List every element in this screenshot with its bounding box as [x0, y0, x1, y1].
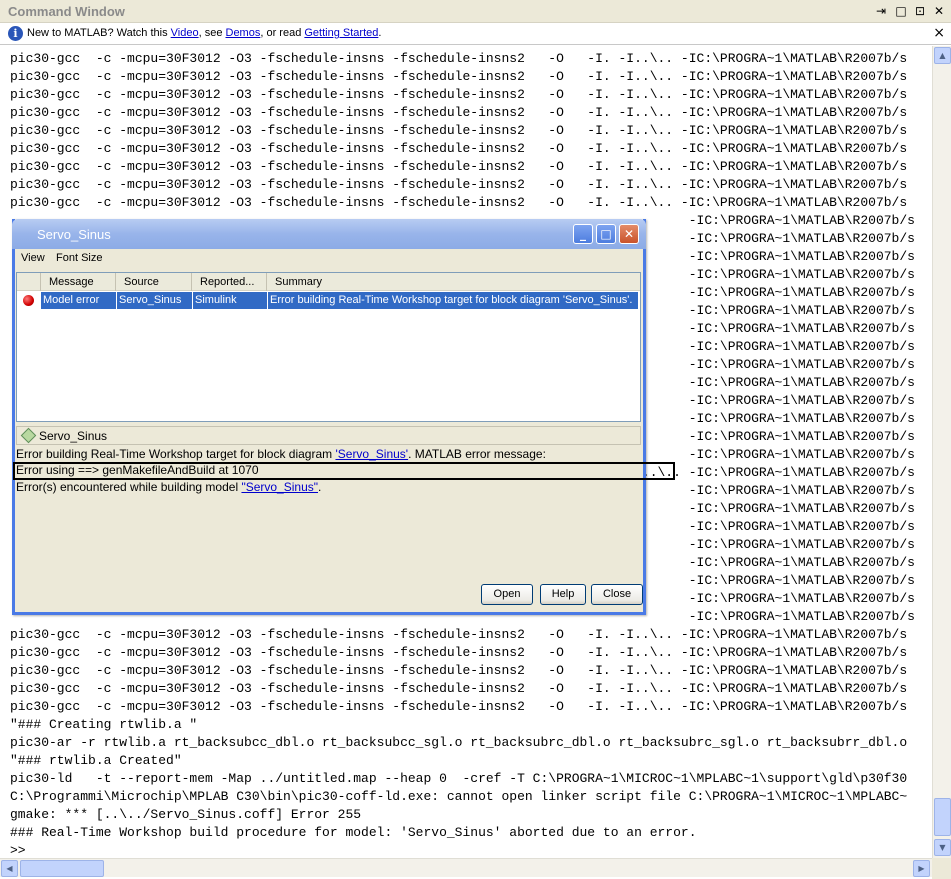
console-line: pic30-gcc -c -mcpu=30F3012 -O3 -fschedul… [10, 51, 908, 66]
video-link[interactable]: Video [171, 27, 199, 39]
horizontal-scrollbar[interactable]: ◀ ▶ [0, 858, 932, 877]
maximize-icon[interactable]: □ [596, 224, 616, 244]
console-line: "### rtwlib.a Created" [10, 753, 182, 768]
message-list-header: Message Source Reported... Summary [17, 273, 640, 291]
console-line: pic30-gcc -c -mcpu=30F3012 -O3 -fschedul… [10, 699, 908, 714]
close-icon[interactable]: ✕ [619, 224, 639, 244]
detail-title: Servo_Sinus [39, 429, 108, 443]
column-header-summary[interactable]: Summary [267, 273, 640, 291]
console-line: pic30-ld -t --report-mem -Map ../untitle… [10, 771, 908, 786]
getting-started-link[interactable]: Getting Started [304, 27, 378, 39]
maximize-icon[interactable]: ⊡ [912, 4, 928, 19]
model-diamond-icon [20, 427, 37, 444]
console-line: pic30-gcc -c -mcpu=30F3012 -O3 -fschedul… [10, 663, 908, 678]
info-text: New to MATLAB? Watch this [27, 27, 171, 39]
highlight-box [13, 462, 675, 480]
help-button[interactable]: Help [540, 584, 586, 605]
row-reported: Simulink [193, 292, 267, 309]
console-line: pic30-ar -r rtwlib.a rt_backsubcc_dbl.o … [10, 735, 908, 750]
console-line: pic30-gcc -c -mcpu=30F3012 -O3 -fschedul… [10, 123, 908, 138]
open-button[interactable]: Open [481, 584, 533, 605]
row-message: Model error [41, 292, 116, 309]
detail-text: . [318, 480, 322, 494]
dialog-menubar: View Font Size [15, 249, 643, 269]
column-header-reported[interactable]: Reported... [192, 273, 267, 291]
info-text: , or read [260, 27, 305, 39]
console-line: gmake: *** [..\../Servo_Sinus.coff] Erro… [10, 807, 362, 822]
console-line: pic30-gcc -c -mcpu=30F3012 -O3 -fschedul… [10, 69, 908, 84]
scroll-left-icon[interactable]: ◀ [1, 860, 18, 877]
info-close-icon[interactable]: × [933, 25, 945, 41]
info-text: , see [198, 27, 226, 39]
console-line: "### Creating rtwlib.a " [10, 717, 198, 732]
horizontal-scroll-thumb[interactable] [20, 860, 104, 877]
command-window-title: Command Window [8, 4, 125, 19]
console-line: ### Real-Time Workshop build procedure f… [10, 825, 697, 840]
restore-icon[interactable]: □ [893, 4, 909, 19]
error-icon [23, 295, 34, 306]
dialog-title: Servo_Sinus [37, 227, 111, 242]
info-bar: i New to MATLAB? Watch this Video, see D… [0, 23, 951, 45]
console-line: pic30-gcc -c -mcpu=30F3012 -O3 -fschedul… [10, 159, 908, 174]
console-line: pic30-gcc -c -mcpu=30F3012 -O3 -fschedul… [10, 177, 908, 192]
console-line: pic30-gcc -c -mcpu=30F3012 -O3 -fschedul… [10, 195, 908, 210]
menu-view[interactable]: View [21, 252, 45, 264]
undock-icon[interactable]: ⇥ [873, 4, 889, 19]
scroll-down-icon[interactable]: ▼ [934, 839, 951, 856]
vertical-scroll-thumb[interactable] [934, 798, 951, 836]
console-line: C:\Programmi\Microchip\MPLAB C30\bin\pic… [10, 789, 908, 804]
detail-header: Servo_Sinus [16, 426, 641, 445]
info-text: . [378, 27, 382, 39]
command-window-titlebar: Command Window ⇥ □ ⊡ ✕ [0, 0, 951, 23]
row-summary: Error building Real-Time Workshop target… [268, 292, 638, 309]
minimize-icon[interactable]: _ [573, 224, 593, 244]
demos-link[interactable]: Demos [226, 27, 261, 39]
console-line: pic30-gcc -c -mcpu=30F3012 -O3 -fschedul… [10, 87, 908, 102]
console-line: pic30-gcc -c -mcpu=30F3012 -O3 -fschedul… [10, 141, 908, 156]
message-list[interactable]: Message Source Reported... Summary Model… [16, 272, 641, 422]
servo-sinus-dialog: Servo_Sinus _ □ ✕ View Font Size Message… [12, 219, 646, 615]
close-icon[interactable]: ✕ [931, 4, 947, 19]
console-line: >> [10, 843, 34, 858]
table-row[interactable]: Model error Servo_Sinus Simulink Error b… [17, 292, 640, 309]
row-source: Servo_Sinus [117, 292, 192, 309]
column-header-icon[interactable] [17, 273, 41, 291]
console-line: pic30-gcc -c -mcpu=30F3012 -O3 -fschedul… [10, 627, 908, 642]
dialog-titlebar[interactable]: Servo_Sinus _ □ ✕ [12, 219, 646, 249]
detail-line-3: Error(s) encountered while building mode… [16, 480, 321, 496]
detail-line-1: Error building Real-Time Workshop target… [16, 447, 546, 463]
info-message: New to MATLAB? Watch this Video, see Dem… [27, 27, 381, 39]
detail-text: Error building Real-Time Workshop target… [16, 447, 336, 461]
scroll-corner [932, 858, 951, 879]
console-line: pic30-gcc -c -mcpu=30F3012 -O3 -fschedul… [10, 105, 908, 120]
detail-text: . MATLAB error message: [408, 447, 546, 461]
menu-font-size[interactable]: Font Size [56, 252, 102, 264]
scroll-up-icon[interactable]: ▲ [934, 47, 951, 64]
scroll-right-icon[interactable]: ▶ [913, 860, 930, 877]
vertical-scrollbar[interactable]: ▲ ▼ [932, 46, 951, 858]
column-header-message[interactable]: Message [41, 273, 116, 291]
info-icon: i [8, 26, 23, 41]
console-line: pic30-gcc -c -mcpu=30F3012 -O3 -fschedul… [10, 645, 908, 660]
servo-sinus-model-link[interactable]: "Servo_Sinus" [241, 480, 318, 494]
servo-sinus-link[interactable]: 'Servo_Sinus' [335, 447, 408, 461]
detail-text: Error(s) encountered while building mode… [16, 480, 242, 494]
column-header-source[interactable]: Source [116, 273, 192, 291]
console-line: pic30-gcc -c -mcpu=30F3012 -O3 -fschedul… [10, 681, 908, 696]
close-button[interactable]: Close [591, 584, 643, 605]
